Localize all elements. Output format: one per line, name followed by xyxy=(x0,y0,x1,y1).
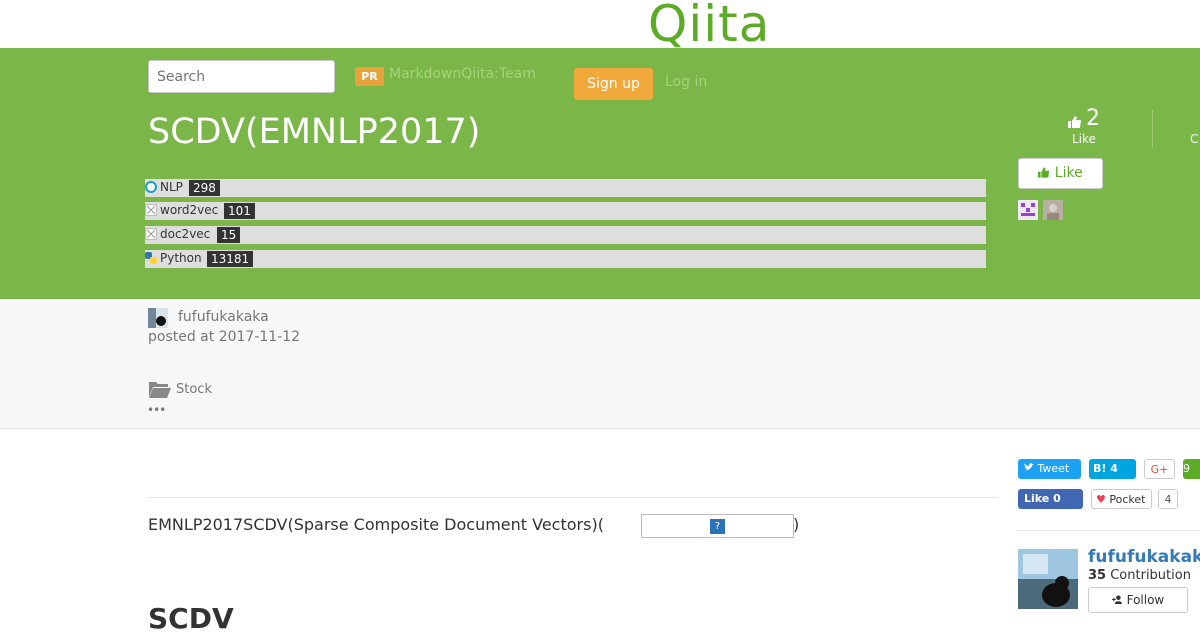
green-share-button[interactable]: 9 xyxy=(1183,459,1200,479)
python-icon xyxy=(145,252,157,264)
tag-word2vec[interactable]: word2vec 101 xyxy=(145,202,986,220)
tag-nlp[interactable]: NLP 298 xyxy=(145,179,986,197)
content-divider xyxy=(147,497,998,498)
contribution-count: 35 xyxy=(1088,568,1107,583)
tag-name: word2vec xyxy=(160,203,219,217)
unknown-image-icon: ? xyxy=(710,519,725,534)
comment-count-label: C xyxy=(1190,132,1199,146)
folder-open-icon[interactable] xyxy=(148,379,172,399)
add-user-icon xyxy=(1111,595,1122,604)
author-name[interactable]: fufufukakaka xyxy=(178,309,269,325)
contribution-label: Contribution xyxy=(1110,568,1191,583)
sidebar-divider xyxy=(1016,530,1200,531)
twitter-icon xyxy=(1024,463,1034,471)
tag-doc2vec[interactable]: doc2vec 15 xyxy=(145,226,986,244)
pocket-button[interactable]: ♥ Pocket xyxy=(1091,489,1152,509)
pocket-icon: ♥ xyxy=(1096,493,1106,506)
broken-image-icon xyxy=(145,228,157,240)
thumbs-up-icon xyxy=(1068,116,1081,128)
article-intro: EMNLP2017SCDV(Sparse Composite Document … xyxy=(148,515,604,534)
section-heading: SCDV xyxy=(148,602,234,635)
author-avatar[interactable] xyxy=(148,308,168,328)
broken-image-icon xyxy=(145,204,157,216)
facebook-like-button[interactable]: Like 0 xyxy=(1018,489,1083,509)
follow-label: Follow xyxy=(1126,593,1165,607)
pocket-count: 4 xyxy=(1158,489,1178,509)
tweet-button[interactable]: Tweet xyxy=(1018,459,1081,479)
article-intro-close: ) xyxy=(793,515,800,534)
tweet-label: Tweet xyxy=(1037,462,1070,475)
stat-divider xyxy=(1152,110,1153,148)
like-count-label: Like xyxy=(1072,132,1096,146)
search-input[interactable] xyxy=(148,60,335,93)
nlp-tag-icon xyxy=(145,181,157,193)
thumbs-up-icon xyxy=(1038,167,1050,178)
google-plus-button[interactable]: G+ xyxy=(1144,459,1175,479)
login-link[interactable]: Log in xyxy=(665,74,707,90)
tag-name: doc2vec xyxy=(160,227,211,241)
pr-badge: PR xyxy=(355,67,384,86)
posted-date: posted at 2017-11-12 xyxy=(148,329,301,345)
tag-name: Python xyxy=(160,251,202,265)
hatena-bookmark-button[interactable]: B! 4 xyxy=(1089,459,1136,479)
profile-avatar[interactable] xyxy=(1018,549,1078,609)
pr-link[interactable]: MarkdownQiita:Team xyxy=(389,66,536,82)
like-button-label: Like xyxy=(1054,165,1083,181)
tag-count: 101 xyxy=(224,203,255,219)
embedded-link-card[interactable]: ? xyxy=(641,514,794,538)
like-button[interactable]: Like xyxy=(1018,158,1103,189)
tag-count: 298 xyxy=(189,180,220,196)
contribution: 35 Contribution xyxy=(1088,568,1191,583)
article-title: SCDV(EMNLP2017) xyxy=(148,112,481,152)
signup-button[interactable]: Sign up xyxy=(574,68,653,100)
qiita-logo[interactable]: Qiita xyxy=(648,0,770,52)
like-count: 2 xyxy=(1086,106,1100,131)
tag-python[interactable]: Python 13181 xyxy=(145,250,986,268)
liker-avatar[interactable] xyxy=(1043,200,1063,220)
stock-label[interactable]: Stock xyxy=(176,382,212,397)
tag-count: 15 xyxy=(217,227,241,243)
pocket-label: Pocket xyxy=(1109,493,1146,506)
top-bar: Qiita xyxy=(0,0,1200,52)
profile-name[interactable]: fufufukakaka xyxy=(1088,547,1200,567)
tag-count: 13181 xyxy=(207,251,254,267)
liker-avatar[interactable] xyxy=(1018,200,1038,220)
more-options-icon[interactable]: ••• xyxy=(147,403,166,417)
follow-button[interactable]: Follow xyxy=(1088,587,1188,613)
tag-name: NLP xyxy=(160,180,183,194)
